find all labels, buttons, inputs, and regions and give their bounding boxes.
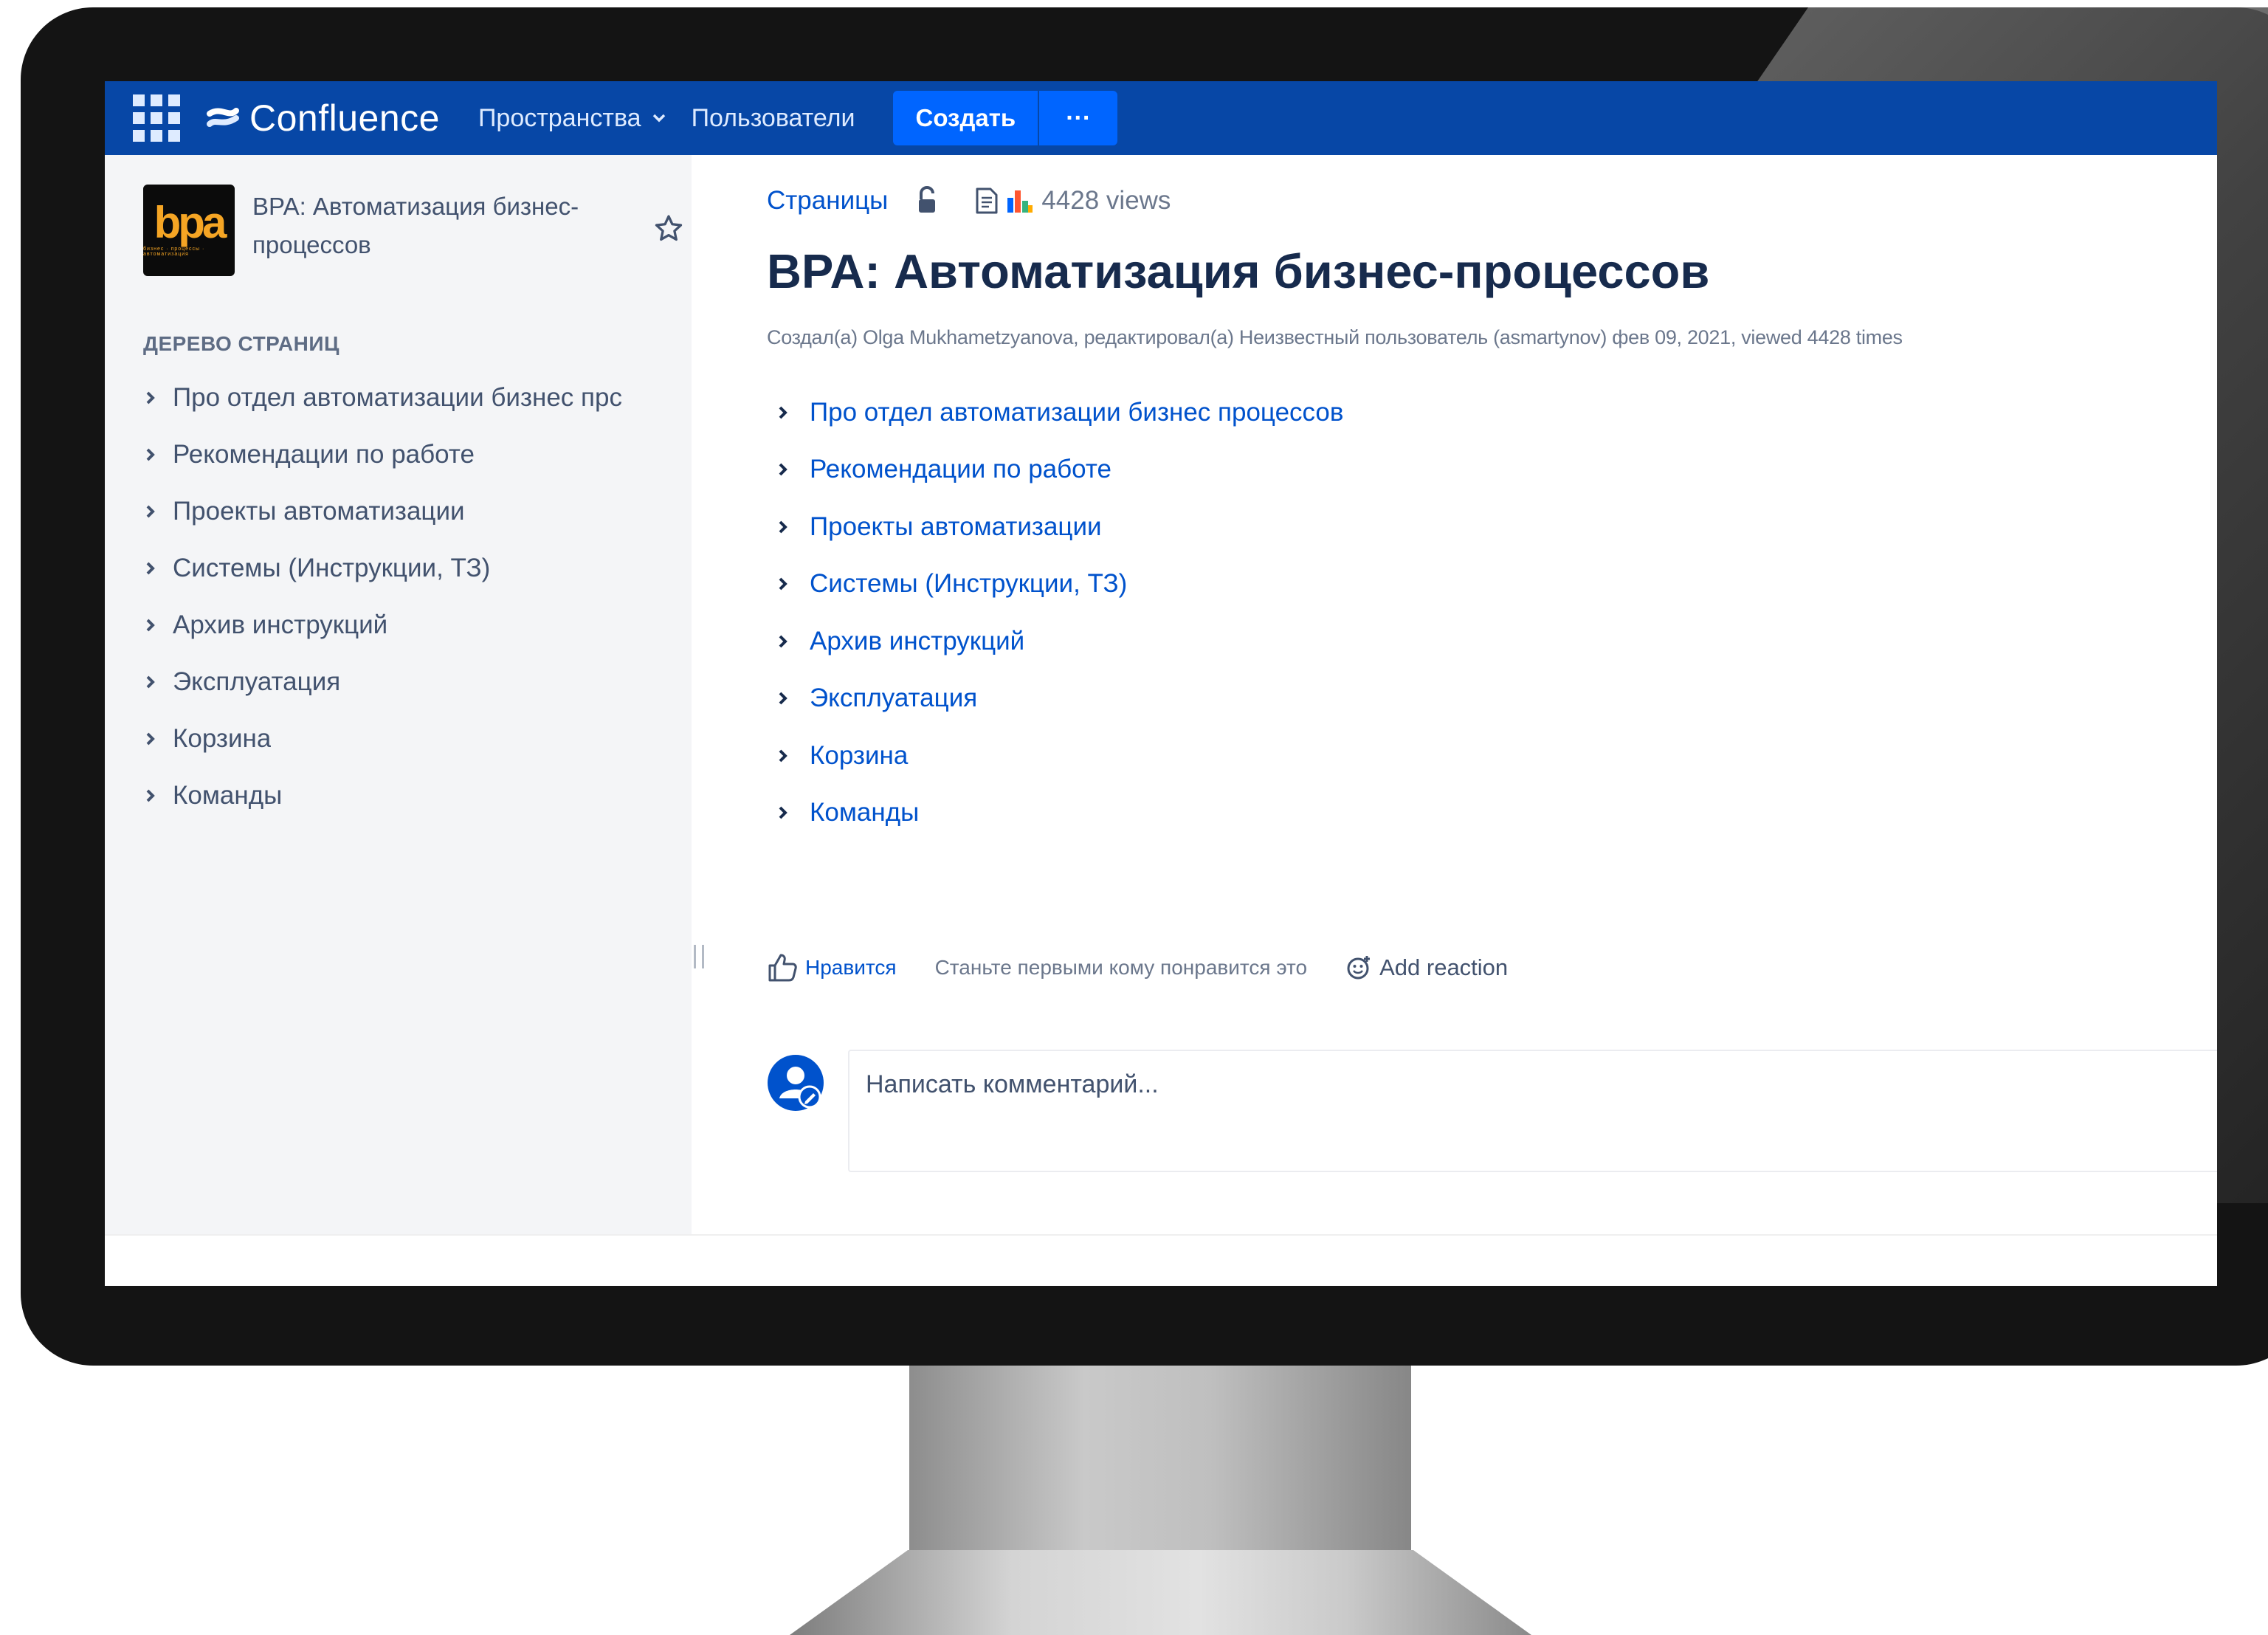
monitor-stand-base xyxy=(790,1550,1531,1635)
create-button[interactable]: Создать xyxy=(893,91,1038,145)
star-icon[interactable] xyxy=(652,213,685,245)
chevron-right-icon[interactable] xyxy=(773,574,793,594)
child-page-label: Архив инструкций xyxy=(810,626,1025,655)
tree-item[interactable]: Системы (Инструкции, ТЗ) xyxy=(137,540,683,596)
chevron-right-icon[interactable] xyxy=(773,802,793,823)
child-page-label: Эксплуатация xyxy=(810,684,978,713)
screen-bottom-area xyxy=(105,1234,2217,1286)
child-pages-list: Про отдел автоматизации бизнес процессов… xyxy=(773,384,1343,841)
space-header: bpa бизнес · процессы · автоматизация BP… xyxy=(143,185,683,276)
child-page-link[interactable]: Команды xyxy=(773,785,1343,842)
space-logo-text: bpa xyxy=(154,198,227,247)
child-page-label: Системы (Инструкции, ТЗ) xyxy=(810,569,1128,599)
tree-item[interactable]: Архив инструкций xyxy=(137,596,683,653)
breadcrumb: Страницы 4428 views xyxy=(767,186,1171,216)
tree-item-label: Архив инструкций xyxy=(173,610,388,639)
child-page-label: Команды xyxy=(810,798,920,827)
tree-item-label: Проекты автоматизации xyxy=(173,496,465,526)
tree-item[interactable]: Эксплуатация xyxy=(137,653,683,710)
child-page-link[interactable]: Рекомендации по работе xyxy=(773,441,1343,499)
tree-item-label: Системы (Инструкции, ТЗ) xyxy=(173,553,491,582)
page-info-icon[interactable] xyxy=(973,187,1000,215)
page-title: BPA: Автоматизация бизнес-процессов xyxy=(767,244,1710,298)
tree-item[interactable]: Про отдел автоматизации бизнес прс xyxy=(137,369,683,426)
nav-spaces-menu[interactable]: Пространства xyxy=(478,104,666,133)
user-avatar-icon xyxy=(768,1055,824,1111)
tree-item-label: Команды xyxy=(173,780,283,810)
nav-users-link[interactable]: Пользователи xyxy=(692,104,855,133)
tree-item[interactable]: Рекомендации по работе xyxy=(137,426,683,483)
tree-item-label: Про отдел автоматизации бизнес прс xyxy=(173,382,622,412)
analytics-icon[interactable] xyxy=(1006,187,1034,214)
create-button-group: Создать ··· xyxy=(893,91,1118,145)
monitor-stand-neck xyxy=(909,1366,1411,1572)
tree-item-label: Рекомендации по работе xyxy=(173,439,475,469)
page-metadata: Создал(а) Olga Mukhametzyanova, редактир… xyxy=(767,326,1903,348)
child-page-label: Рекомендации по работе xyxy=(810,455,1111,484)
confluence-logo-icon[interactable] xyxy=(207,102,239,134)
child-page-label: Корзина xyxy=(810,740,909,770)
space-logo[interactable]: bpa бизнес · процессы · автоматизация xyxy=(143,185,235,276)
comment-placeholder: Написать комментарий... xyxy=(866,1070,1159,1098)
confluence-logo-text[interactable]: Confluence xyxy=(249,97,440,140)
page-tree: Про отдел автоматизации бизнес прс Реком… xyxy=(137,369,683,824)
like-hint-text: Станьте первыми кому понравится это xyxy=(934,956,1308,979)
chevron-right-icon[interactable] xyxy=(773,402,793,423)
child-page-link[interactable]: Про отдел автоматизации бизнес процессов xyxy=(773,384,1343,441)
chevron-right-icon[interactable] xyxy=(773,746,793,766)
child-page-link[interactable]: Архив инструкций xyxy=(773,613,1343,670)
tree-item[interactable]: Команды xyxy=(137,767,683,824)
tree-item-label: Корзина xyxy=(173,723,272,753)
comment-input[interactable]: Написать комментарий... xyxy=(848,1050,2217,1172)
child-page-link[interactable]: Проекты автоматизации xyxy=(773,498,1343,556)
tree-item[interactable]: Корзина xyxy=(137,710,683,767)
space-sidebar: bpa бизнес · процессы · автоматизация BP… xyxy=(105,155,692,1234)
chevron-right-icon[interactable] xyxy=(773,688,793,709)
tree-item[interactable]: Проекты автоматизации xyxy=(137,483,683,540)
chevron-right-icon[interactable] xyxy=(140,729,161,749)
page-tree-heading: ДЕРЕВО СТРАНИЦ xyxy=(143,332,339,355)
more-options-button[interactable]: ··· xyxy=(1039,91,1118,145)
like-button[interactable]: Нравится xyxy=(805,956,897,980)
chevron-right-icon[interactable] xyxy=(140,558,161,579)
chevron-right-icon[interactable] xyxy=(140,672,161,692)
chevron-right-icon[interactable] xyxy=(773,517,793,537)
chevron-right-icon[interactable] xyxy=(773,459,793,480)
chevron-right-icon[interactable] xyxy=(140,501,161,522)
chevron-right-icon[interactable] xyxy=(140,785,161,806)
page-content: Страницы 4428 views BPA: Автоматизация б… xyxy=(692,155,2217,1234)
tree-item-label: Эксплуатация xyxy=(173,667,341,696)
child-page-link[interactable]: Системы (Инструкции, ТЗ) xyxy=(773,556,1343,613)
space-logo-subtext: бизнес · процессы · автоматизация xyxy=(143,247,205,257)
chevron-right-icon[interactable] xyxy=(140,615,161,636)
chevron-right-icon[interactable] xyxy=(140,444,161,465)
reactions-bar: Нравится Станьте первыми кому понравится… xyxy=(767,952,1508,983)
screen: Confluence Пространства Пользователи Соз… xyxy=(105,81,2217,1286)
space-name-link[interactable]: BPA: Автоматизация бизнес-процессов xyxy=(252,187,599,276)
child-page-link[interactable]: Корзина xyxy=(773,727,1343,785)
chevron-right-icon[interactable] xyxy=(773,631,793,652)
top-navigation-bar: Confluence Пространства Пользователи Соз… xyxy=(105,81,2217,155)
nav-spaces-label: Пространства xyxy=(478,103,641,132)
chevron-down-icon xyxy=(652,114,665,123)
child-page-link[interactable]: Эксплуатация xyxy=(773,670,1343,728)
thumbs-up-icon[interactable] xyxy=(767,952,798,983)
app-switcher-icon[interactable] xyxy=(133,94,180,142)
breadcrumb-pages-link[interactable]: Страницы xyxy=(767,186,888,216)
child-page-label: Про отдел автоматизации бизнес процессов xyxy=(810,397,1344,427)
unlocked-icon[interactable] xyxy=(914,186,940,216)
add-reaction-icon[interactable] xyxy=(1345,954,1372,981)
view-count[interactable]: 4428 views xyxy=(1041,186,1171,216)
chevron-right-icon[interactable] xyxy=(140,388,161,408)
add-reaction-button[interactable]: Add reaction xyxy=(1379,954,1508,981)
child-page-label: Проекты автоматизации xyxy=(810,512,1102,541)
